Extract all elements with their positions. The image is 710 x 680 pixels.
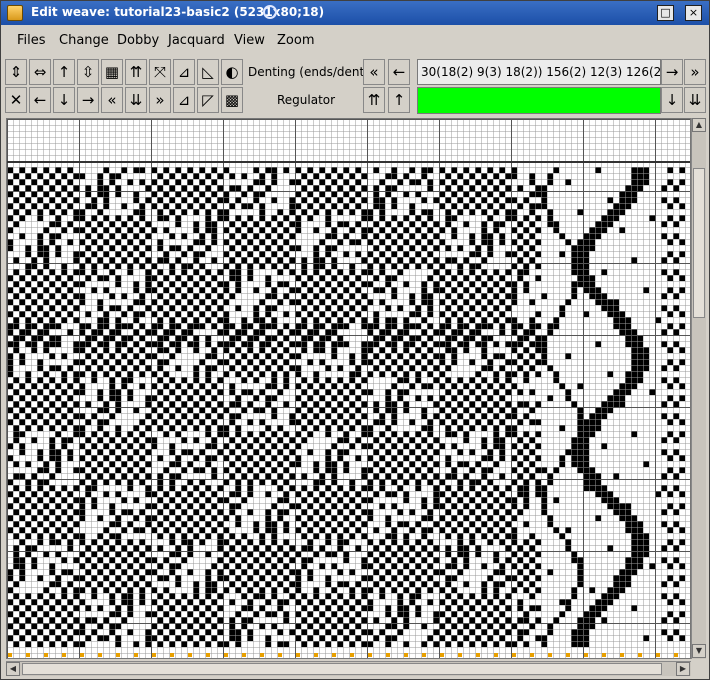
denting-input[interactable]: 30(18(2) 9(3) 18(2)) 156(2) 12(3) 126(2)… (417, 59, 661, 85)
restore-button[interactable]: □ (657, 5, 674, 21)
scroll-down-icon[interactable]: ▼ (692, 644, 706, 658)
regulator-label: Regulator (277, 93, 336, 107)
menu-jacquard[interactable]: Jacquard (168, 33, 225, 48)
double-arrow-left-icon[interactable]: « (363, 59, 385, 85)
double-arrow-up-icon[interactable]: ⇈ (363, 87, 385, 113)
scroll-corner (691, 661, 706, 676)
twill-down-icon[interactable]: ◺ (197, 59, 219, 85)
arrow-left-icon[interactable]: ← (29, 87, 51, 113)
arrow-up-icon[interactable]: ↑ (388, 87, 410, 113)
vertical-scroll-thumb[interactable] (693, 168, 705, 318)
vertical-scrollbar[interactable]: ▲ ▼ (691, 118, 706, 659)
checker-icon[interactable]: ▩ (221, 87, 243, 113)
close-button[interactable]: × (685, 5, 702, 21)
loom-app-icon (7, 5, 23, 21)
arrow-down-icon[interactable]: ↓ (661, 87, 683, 113)
edit-weave-window: Edit weave: tutorial23-basic2 (5231x80;1… (0, 0, 710, 680)
double-arrow-down-icon[interactable]: ⇊ (125, 87, 147, 113)
steps-up-icon[interactable]: ⊿ (173, 87, 195, 113)
horizontal-scroll-thumb[interactable] (22, 663, 662, 675)
horizontal-scrollbar[interactable]: ◀ ▶ (6, 661, 691, 676)
denting-label: Denting (ends/dent) (248, 65, 369, 79)
arrow-up-icon[interactable]: ↑ (53, 59, 75, 85)
menu-dobby[interactable]: Dobby (117, 33, 159, 48)
menu-files[interactable]: Files (17, 33, 46, 48)
clear-x-icon[interactable]: ✕ (5, 87, 27, 113)
double-arrow-left-icon[interactable]: « (101, 87, 123, 113)
swap-horizontal-icon[interactable]: ⇔ (29, 59, 51, 85)
toolbar: ⇕ ⇔ ↑ ⇳ ▦ ⇈ ⤧ ⊿ ◺ ◐ Denting (ends/dent) … (5, 56, 707, 118)
double-arrow-up-icon[interactable]: ⇈ (125, 59, 147, 85)
menu-change[interactable]: Change (59, 33, 109, 48)
swap-vertical-icon[interactable]: ⇕ (5, 59, 27, 85)
cross-arrows-icon[interactable]: ⤧ (149, 59, 171, 85)
scroll-up-icon[interactable]: ▲ (692, 118, 706, 132)
menu-view[interactable]: View (234, 33, 265, 48)
invert-grid-icon[interactable]: ▦ (101, 59, 123, 85)
double-arrow-down-icon[interactable]: ⇊ (684, 87, 706, 113)
window-title: Edit weave: tutorial23-basic2 (5231x80;1… (31, 5, 325, 19)
menu-zoom[interactable]: Zoom (277, 33, 314, 48)
scroll-left-icon[interactable]: ◀ (6, 662, 20, 676)
menu-bar: Files Change Dobby Jacquard View Zoom (5, 29, 705, 53)
half-circle-icon[interactable]: ◐ (221, 59, 243, 85)
scroll-right-icon[interactable]: ▶ (676, 662, 690, 676)
twill-up-icon[interactable]: ⊿ (173, 59, 195, 85)
arrow-left-icon[interactable]: ← (388, 59, 410, 85)
regulator-bar[interactable] (417, 87, 661, 114)
header-separator (7, 161, 690, 163)
swirl-icon (263, 5, 277, 19)
mirror-vertical-icon[interactable]: ⇳ (77, 59, 99, 85)
double-arrow-right-icon[interactable]: » (149, 87, 171, 113)
steps-down-icon[interactable]: ◸ (197, 87, 219, 113)
arrow-right-icon[interactable]: → (77, 87, 99, 113)
title-bar[interactable]: Edit weave: tutorial23-basic2 (5231x80;1… (1, 1, 709, 25)
weave-grid[interactable] (6, 118, 691, 659)
weave-grid-canvas[interactable] (7, 119, 690, 658)
double-arrow-right-icon[interactable]: » (684, 59, 706, 85)
arrow-right-icon[interactable]: → (661, 59, 683, 85)
arrow-down-icon[interactable]: ↓ (53, 87, 75, 113)
